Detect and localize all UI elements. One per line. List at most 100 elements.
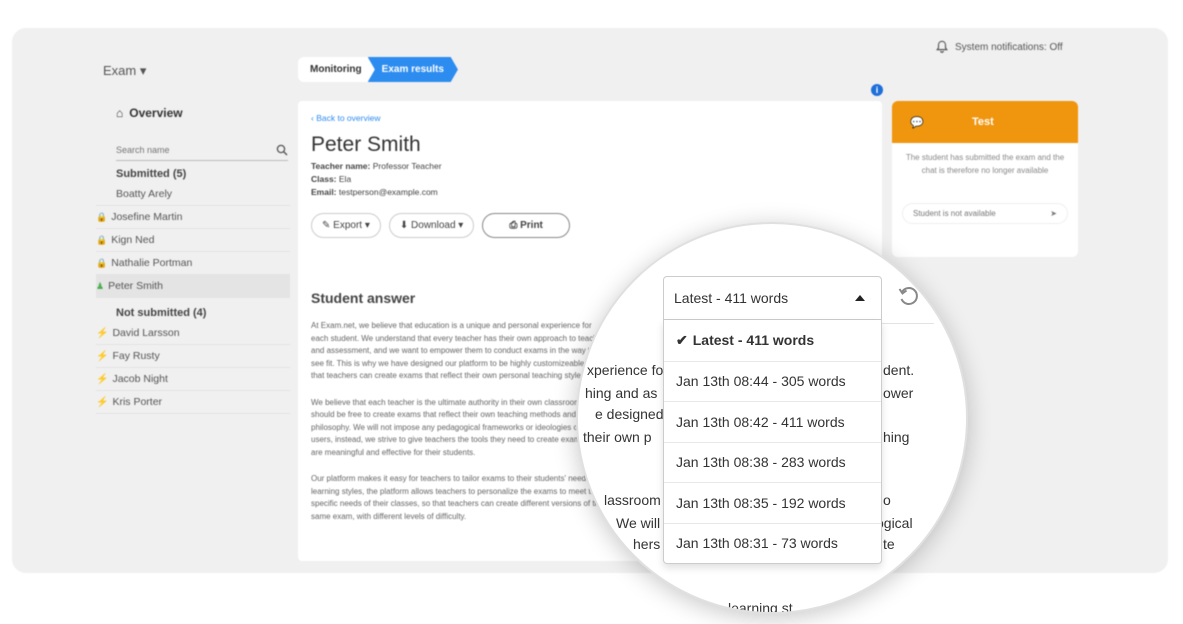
answer-paragraph: At Exam.net, we believe that education i… [311, 321, 609, 380]
student-item[interactable]: ⚡ Fay Rusty [96, 345, 290, 368]
student-item[interactable]: ⚡ Jacob Night [96, 368, 290, 391]
not-submitted-header: Not submitted (4) [116, 307, 207, 319]
back-to-overview-link[interactable]: ‹ Back to overview [311, 113, 869, 123]
zoomed-text: hing [883, 429, 910, 445]
notification-label: System notifications: Off [955, 41, 1063, 53]
check-icon: ✔ [676, 331, 688, 348]
back-label: Back to overview [316, 113, 381, 123]
chat-icon: 💬 [910, 116, 924, 129]
export-button[interactable]: ✎ Export ▾ [311, 213, 381, 238]
breadcrumb-exam-results[interactable]: Exam results [367, 57, 458, 82]
version-option[interactable]: Jan 13th 08:44 - 305 words [664, 360, 881, 402]
overview-label: Overview [129, 106, 183, 120]
version-option[interactable]: Jan 13th 08:38 - 283 words [664, 441, 881, 483]
option-label: Jan 13th 08:38 - 283 words [676, 454, 846, 471]
search-input[interactable] [116, 145, 256, 155]
person-icon: ♟ [96, 280, 105, 291]
info-icon[interactable]: i [871, 84, 883, 96]
student-name: Josefine Martin [111, 211, 183, 223]
revert-icon[interactable] [897, 285, 921, 309]
zoomed-text: hers [633, 536, 661, 552]
version-options: ✔ Latest - 411 words Jan 13th 08:44 - 305… [663, 320, 882, 564]
search-icon [276, 144, 288, 156]
chat-input: Student is not available ➤ [902, 203, 1068, 224]
class-label: Class: [311, 174, 337, 184]
student-name: Fay Rusty [112, 350, 160, 362]
email-value: testperson@example.com [338, 187, 438, 197]
exam-menu[interactable]: Exam ▾ [103, 63, 146, 79]
version-option[interactable]: Jan 13th 08:31 - 73 words [664, 522, 881, 564]
bolt-icon: ⚡ [96, 373, 109, 385]
student-search[interactable] [116, 140, 288, 161]
zoomed-text: dent. [883, 362, 915, 378]
download-button[interactable]: ⬇ Download ▾ [388, 213, 475, 238]
download-icon: ⬇ [399, 220, 409, 231]
print-button[interactable]: ⎙ Print [482, 213, 570, 238]
bolt-icon: ⚡ [96, 396, 109, 408]
zoomed-text: lassroom [604, 492, 661, 508]
export-icon: ✎ [322, 220, 331, 231]
student-name: Peter Smith [108, 280, 163, 292]
student-name: Boatty Arely [116, 188, 173, 200]
version-select[interactable]: Latest - 411 words [663, 276, 882, 320]
zoomed-text: their own p [583, 429, 652, 445]
version-option[interactable]: Jan 13th 08:35 - 192 words [664, 482, 881, 523]
bolt-icon: ⚡ [96, 350, 109, 362]
overview-link[interactable]: ⌂ Overview [96, 100, 290, 126]
option-label: Latest - 411 words [692, 332, 815, 349]
answer-paragraph: Our platform makes it easy for teachers … [311, 474, 606, 521]
bell-icon [936, 40, 948, 53]
chat-input-text: Student is not available [913, 209, 996, 218]
zoomed-text: o [883, 492, 891, 508]
option-label: Jan 13th 08:42 - 411 words [676, 413, 845, 430]
student-name: David Larsson [112, 327, 180, 339]
zoomed-text: e designed [595, 406, 664, 422]
version-option-selected[interactable]: ✔ Latest - 411 words [664, 320, 881, 361]
chat-header: 💬 Test [892, 101, 1078, 143]
export-label: Export ▾ [333, 220, 370, 231]
student-name: Kign Ned [111, 234, 155, 246]
teacher-value: Professor Teacher [372, 161, 442, 171]
student-name: Nathalie Portman [111, 257, 193, 269]
bolt-icon: ⚡ [96, 327, 109, 339]
print-label: Print [520, 220, 543, 231]
option-label: Jan 13th 08:35 - 192 words [676, 494, 846, 511]
chat-panel: 💬 Test The student has submitted the exa… [892, 101, 1078, 257]
breadcrumb-monitoring[interactable]: Monitoring [298, 57, 374, 82]
zoomed-text: ower [883, 385, 914, 401]
student-item-active[interactable]: ♟ Peter Smith [96, 275, 290, 298]
student-item[interactable]: ⚡ Kris Porter [96, 391, 290, 414]
chat-title: Test [971, 116, 994, 128]
send-icon: ➤ [1050, 209, 1057, 218]
chat-message: The student has submitted the exam and t… [905, 153, 1065, 175]
lock-icon: 🔒 [96, 257, 108, 268]
option-label: Jan 13th 08:44 - 305 words [676, 373, 846, 390]
version-select-value: Latest - 411 words [674, 290, 789, 306]
student-item[interactable]: 🔒 Nathalie Portman [96, 252, 290, 275]
student-meta: Teacher name: Professor Teacher Class: E… [311, 160, 869, 199]
breadcrumb: Monitoring Exam results [298, 57, 458, 82]
answer-paragraph: We believe that each teacher is the ulti… [311, 397, 601, 457]
teacher-label: Teacher name: [311, 161, 371, 171]
zoomed-text: te [883, 536, 895, 552]
student-sidebar: ⌂ Overview Submitted (5) Boatty Arely 🔒J… [96, 100, 290, 414]
student-name: Jacob Night [112, 373, 168, 385]
student-item[interactable]: 🔒 Kign Ned [96, 229, 290, 252]
home-icon: ⌂ [116, 106, 124, 120]
caret-up-icon [855, 295, 865, 301]
version-option[interactable]: Jan 13th 08:42 - 411 words [664, 401, 881, 442]
notification-status[interactable]: System notifications: Off [935, 40, 1063, 54]
class-value: Ela [338, 174, 352, 184]
email-label: Email: [311, 187, 337, 197]
zoomed-text: We will [616, 515, 661, 531]
download-label: Download ▾ [411, 220, 464, 231]
student-item[interactable]: ⚡ David Larsson [96, 322, 290, 345]
student-item[interactable]: Boatty Arely [96, 183, 290, 206]
student-name: Kris Porter [112, 396, 163, 408]
lock-icon: 🔒 [96, 211, 108, 222]
zoomed-text: xperience fo [587, 362, 664, 378]
student-item[interactable]: 🔒 Josefine Martin [96, 206, 290, 229]
printer-icon: ⎙ [509, 220, 518, 231]
zoomed-text: hing and as [585, 385, 658, 401]
option-label: Jan 13th 08:31 - 73 words [676, 535, 838, 552]
